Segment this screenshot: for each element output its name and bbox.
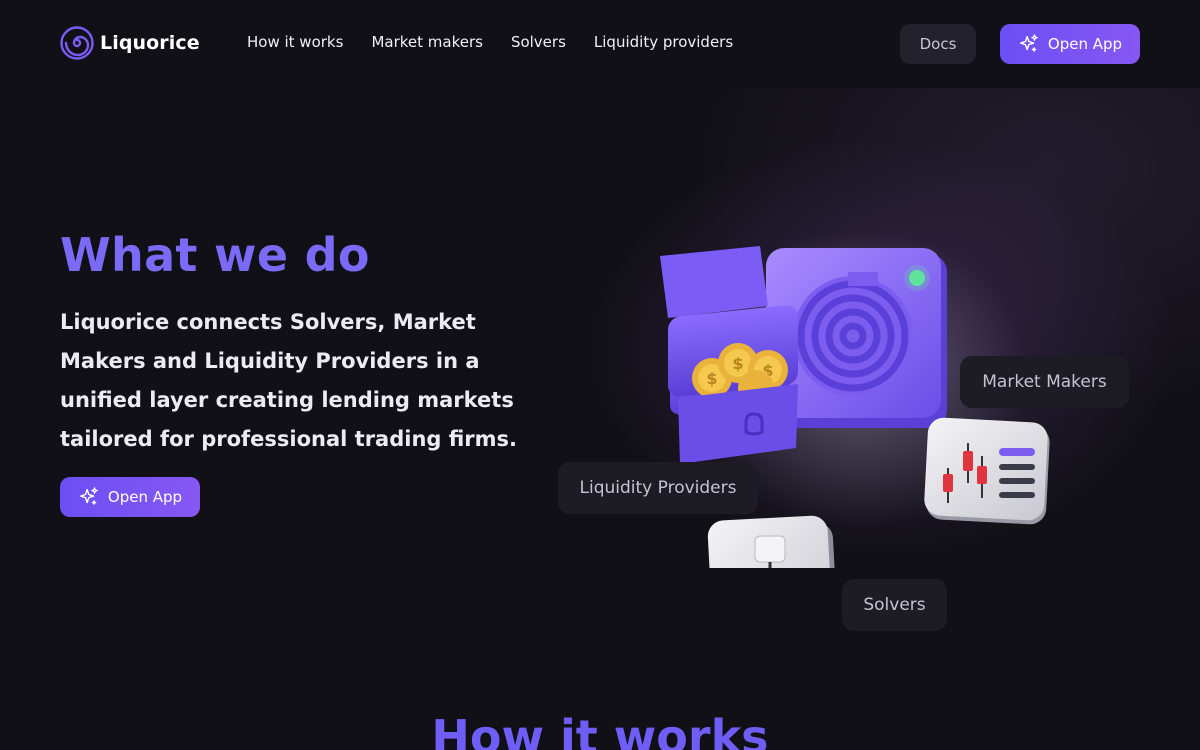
spiral-logo-icon bbox=[60, 26, 94, 60]
market-makers-label: Market Makers bbox=[960, 356, 1129, 408]
main-nav: How it works Market makers Solvers Liqui… bbox=[247, 33, 733, 51]
solvers-label: Solvers bbox=[842, 579, 947, 631]
liquidity-providers-label: Liquidity Providers bbox=[558, 462, 758, 514]
logo-text: Liquorice bbox=[100, 32, 200, 54]
open-app-button-hero[interactable]: Open App bbox=[60, 477, 200, 517]
hero-description: Liquorice connects Solvers, Market Maker… bbox=[60, 310, 518, 451]
hero-section: What we do Liquorice connects Solvers, M… bbox=[0, 88, 1200, 750]
nav-link-market-makers[interactable]: Market makers bbox=[371, 33, 483, 51]
nav-link-how-it-works[interactable]: How it works bbox=[247, 33, 343, 51]
docs-button[interactable]: Docs bbox=[900, 24, 976, 64]
flowchart-card bbox=[707, 515, 838, 644]
open-app-label: Open App bbox=[1047, 35, 1123, 53]
section-title-how-it-works: How it works bbox=[431, 710, 769, 750]
sparkles-icon bbox=[79, 487, 98, 505]
logo[interactable]: Liquorice bbox=[60, 26, 200, 60]
open-app-label: Open App bbox=[107, 488, 183, 506]
site-header: Liquorice How it works Market makers Sol… bbox=[0, 0, 1200, 88]
svg-text:$: $ bbox=[732, 354, 743, 373]
svg-text:$: $ bbox=[706, 369, 717, 388]
hero-title: What we do bbox=[60, 228, 370, 282]
open-app-button-header[interactable]: Open App bbox=[1000, 24, 1140, 64]
nav-link-liquidity-providers[interactable]: Liquidity providers bbox=[594, 33, 733, 51]
hero-illustration: $ $ $ Market Makers Liquidity Providers … bbox=[550, 208, 1150, 644]
nav-link-solvers[interactable]: Solvers bbox=[511, 33, 566, 51]
chart-card bbox=[924, 417, 1050, 525]
sparkles-icon bbox=[1019, 34, 1038, 52]
